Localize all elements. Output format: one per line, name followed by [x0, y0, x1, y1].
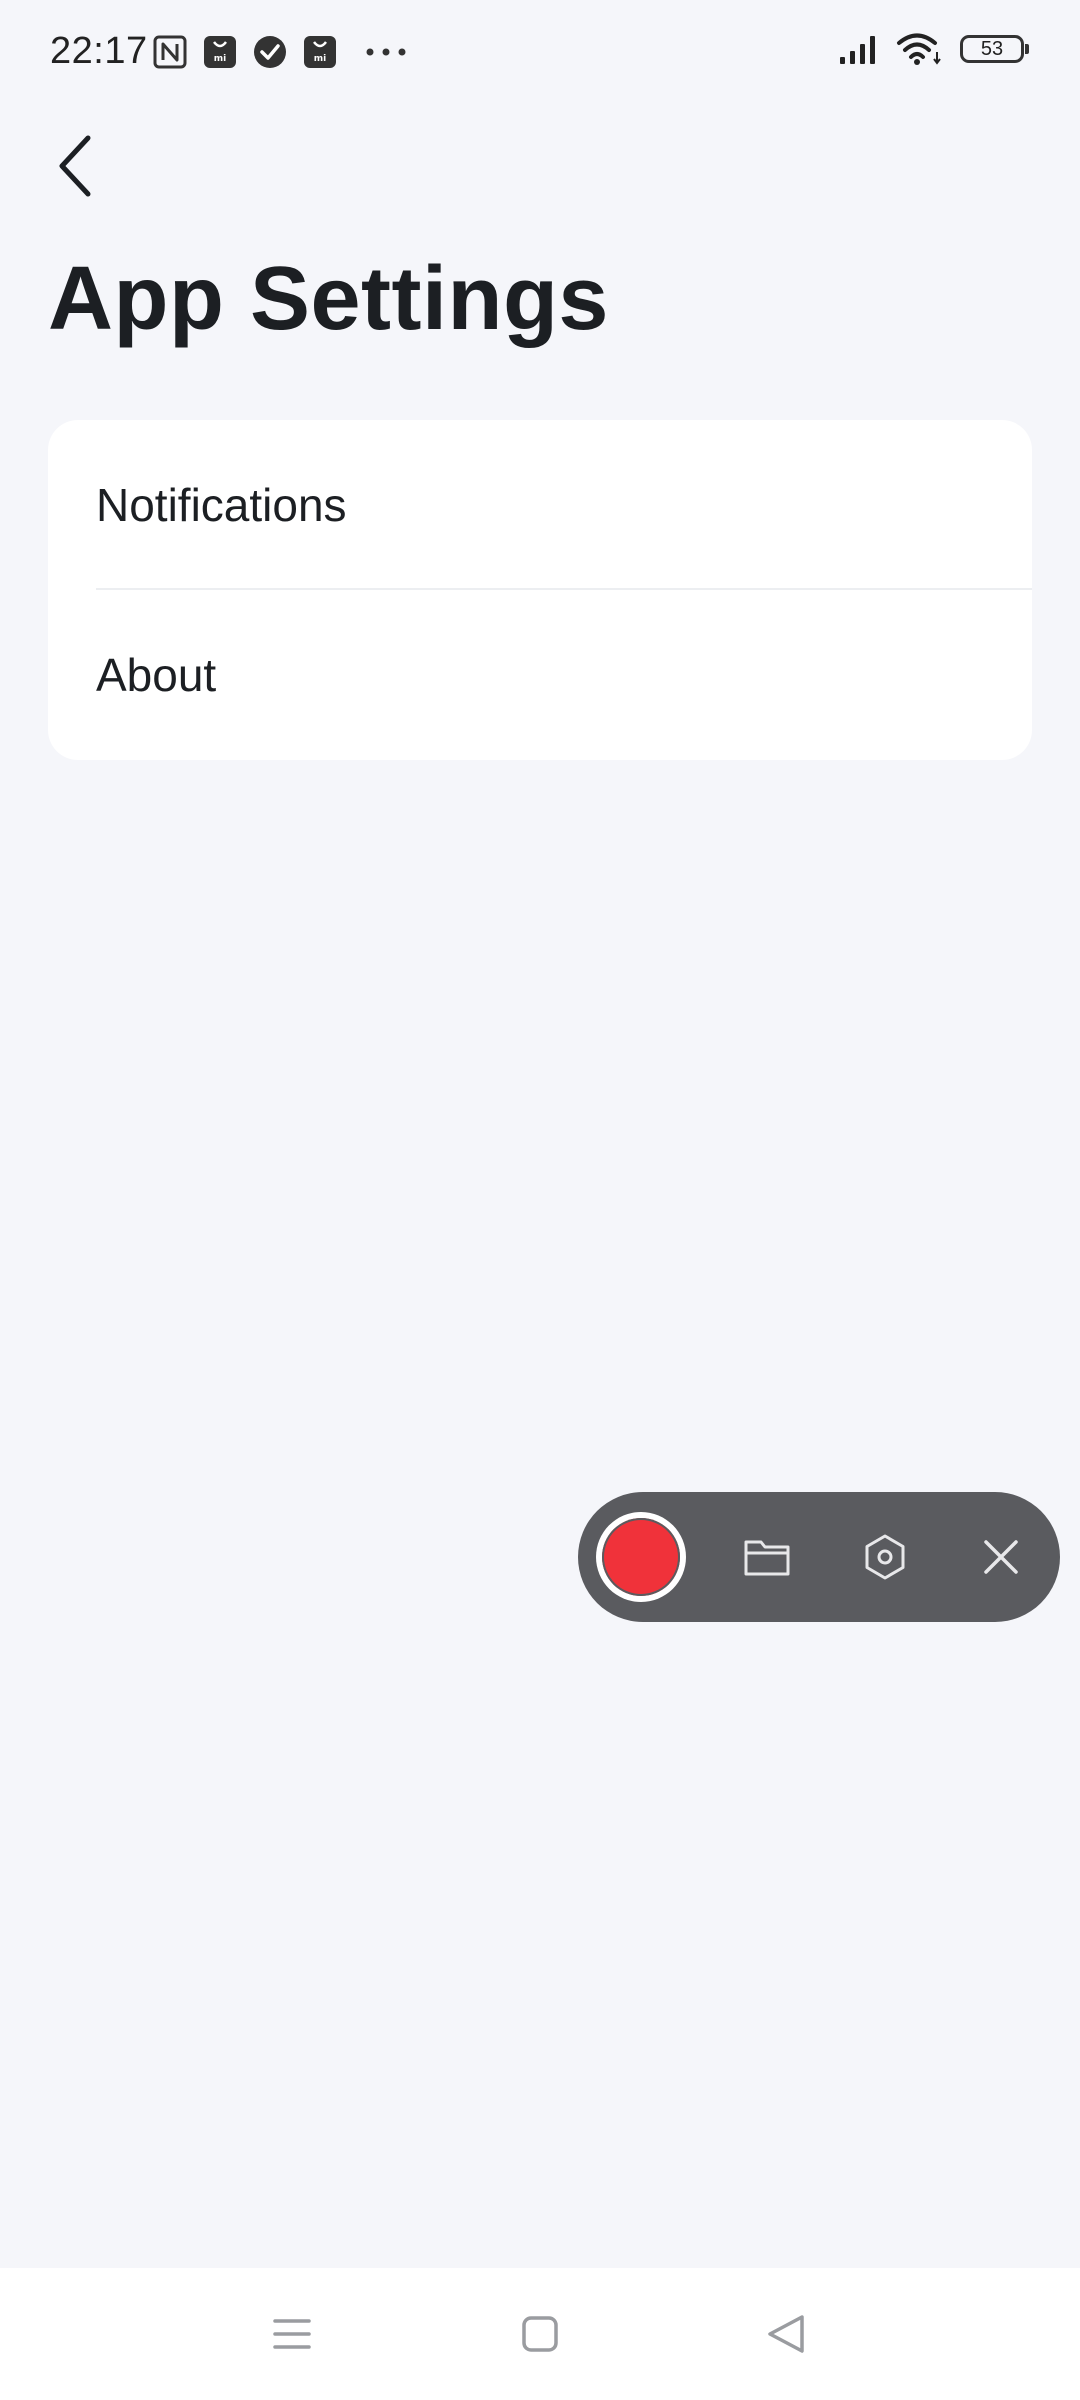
status-time: 22:17 [50, 30, 148, 72]
recorder-close-button[interactable] [976, 1532, 1026, 1582]
settings-item-label: Notifications [96, 479, 347, 531]
back-button[interactable] [44, 130, 104, 202]
status-system-icons: 53 [838, 32, 1029, 66]
mi-store-icon: mi [204, 36, 236, 68]
chevron-left-icon [59, 135, 91, 197]
status-bar: 22:17 mi mi 53 [0, 0, 1080, 104]
recordings-folder-button[interactable] [742, 1532, 792, 1582]
wifi-icon [897, 33, 941, 65]
record-icon [602, 1518, 680, 1596]
close-icon [984, 1540, 1018, 1574]
mi-store-icon: mi [304, 36, 336, 68]
nav-back-button[interactable] [758, 2306, 814, 2362]
hexagon-settings-icon [865, 1534, 905, 1580]
settings-item-notifications[interactable]: Notifications [48, 420, 1032, 590]
screen-recorder-bar[interactable] [578, 1492, 1060, 1622]
signal-icon [840, 36, 875, 64]
settings-item-about[interactable]: About [48, 590, 1032, 760]
battery-level: 53 [980, 37, 1004, 60]
page-title: App Settings [48, 249, 609, 349]
more-dots-icon [366, 48, 406, 56]
nfc-icon [153, 35, 187, 69]
nav-recents-button[interactable] [264, 2306, 320, 2362]
back-triangle-icon [768, 2315, 804, 2353]
status-notification-icons: mi mi [152, 34, 412, 70]
record-button[interactable] [596, 1512, 686, 1602]
nav-home-button[interactable] [512, 2306, 568, 2362]
recorder-settings-button[interactable] [860, 1532, 910, 1582]
settings-item-label: About [96, 649, 217, 701]
check-circle-icon [254, 36, 286, 68]
home-square-icon [522, 2316, 558, 2352]
battery-icon: 53 [960, 35, 1029, 63]
folder-icon [744, 1540, 790, 1576]
menu-icon [273, 2319, 311, 2349]
svg-text:mi: mi [314, 54, 326, 64]
system-nav-bar [0, 2268, 1080, 2400]
settings-card: Notifications About [48, 420, 1032, 760]
svg-text:mi: mi [214, 54, 226, 64]
